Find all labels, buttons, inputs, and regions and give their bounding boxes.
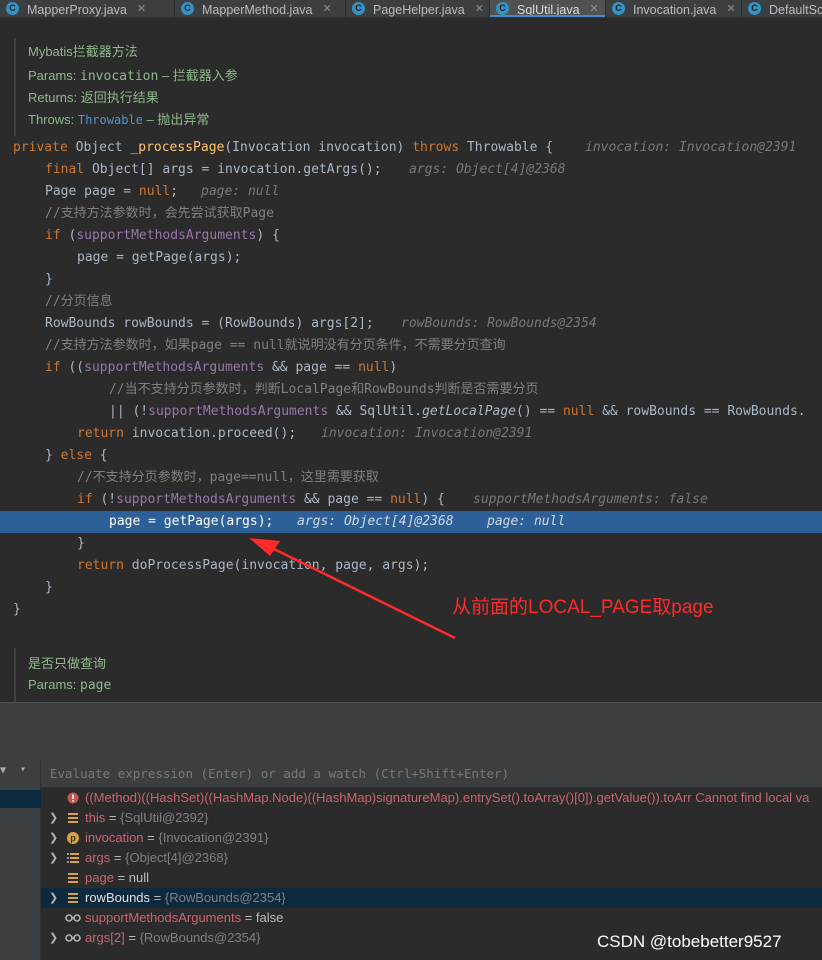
field-icon <box>68 893 78 903</box>
field-icon <box>68 813 78 823</box>
watermark: CSDN @tobebetter9527 <box>597 932 782 951</box>
watch-row[interactable]: supportMethodsArguments = false <box>41 908 822 928</box>
variable-row[interactable]: ❯ args = {Object[4]@2368} <box>41 848 822 868</box>
chevron-right-icon[interactable]: ❯ <box>49 828 58 848</box>
parameter-icon: p <box>67 832 79 844</box>
chevron-right-icon[interactable]: ❯ <box>49 888 58 908</box>
watch-icon <box>65 934 81 942</box>
frames-strip: ▼ ▾ <box>0 760 41 960</box>
variable-row[interactable]: page = null <box>41 868 822 888</box>
watch-icon <box>65 914 81 922</box>
array-icon <box>67 853 79 863</box>
svg-text:p: p <box>70 833 76 843</box>
variable-row-selected[interactable]: ❯ rowBounds = {RowBounds@2354} <box>41 888 822 908</box>
chevron-right-icon[interactable]: ❯ <box>49 848 58 868</box>
selected-frame[interactable] <box>0 790 41 808</box>
evaluate-expression-input[interactable]: Evaluate expression (Enter) or add a wat… <box>41 760 822 788</box>
watch-error-row[interactable]: ((Method)((HashSet)((HashMap.Node)((Hash… <box>41 788 822 808</box>
filter-icon[interactable]: ▼ <box>0 765 10 776</box>
error-icon <box>67 792 79 804</box>
chevron-right-icon[interactable]: ❯ <box>49 928 58 948</box>
chevron-down-icon[interactable]: ▾ <box>20 764 26 775</box>
chevron-right-icon[interactable]: ❯ <box>49 808 58 828</box>
debugger-variables-panel: ▼ ▾ Evaluate expression (Enter) or add a… <box>0 760 822 960</box>
field-icon <box>68 873 78 883</box>
annotation-text: 从前面的LOCAL_PAGE取page <box>452 597 714 618</box>
debugger-header <box>0 702 822 760</box>
variable-row[interactable]: ❯ p invocation = {Invocation@2391} <box>41 828 822 848</box>
variable-row[interactable]: ❯ this = {SqlUtil@2392} <box>41 808 822 828</box>
